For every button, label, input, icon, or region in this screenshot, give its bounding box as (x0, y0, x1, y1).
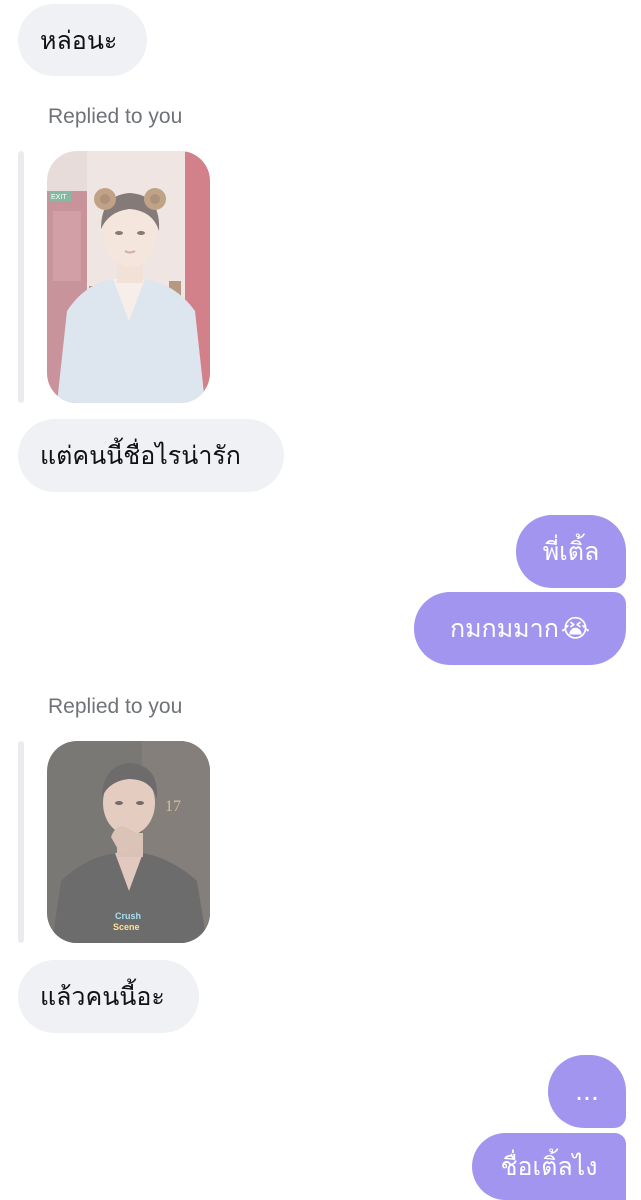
incoming-message-bubble[interactable]: แต่คนนี้ชื่อไรน่ารัก (18, 419, 284, 492)
reply-indicator-bar (18, 151, 24, 403)
replied-to-you-label: Replied to you (48, 105, 183, 128)
message-text: แล้วคนนี้อะ (40, 982, 165, 1011)
incoming-message-bubble[interactable]: หล่อนะ (18, 4, 147, 76)
outgoing-message-bubble[interactable]: ชื่อเติ้ลไง (472, 1133, 626, 1200)
message-text: พี่เติ้ล (542, 537, 600, 566)
logo-text-crush: Crush (115, 911, 141, 921)
replied-to-you-label: Replied to you (48, 695, 183, 718)
message-text: ชื่อเติ้ลไง (500, 1152, 598, 1181)
crying-face-emoji-icon: 😭 (560, 614, 591, 643)
incoming-message-bubble[interactable]: แล้วคนนี้อะ (18, 960, 199, 1033)
outgoing-message-bubble[interactable]: พี่เติ้ล (516, 515, 626, 588)
message-text: กมกมมาก (449, 614, 559, 643)
message-text: หล่อนะ (40, 25, 118, 55)
logo-text-scene: Scene (113, 922, 140, 932)
outgoing-message-bubble[interactable]: ... (548, 1055, 626, 1128)
outgoing-message-bubble[interactable]: กมกมมาก 😭 (414, 592, 626, 665)
replied-photo[interactable]: EXIT (47, 151, 210, 403)
wall-number-text: 17 (165, 798, 181, 815)
photo-person-with-bear-ears: EXIT (47, 151, 210, 403)
reply-indicator-bar (18, 741, 24, 943)
replied-photo[interactable]: 17 Crush Scene (47, 741, 210, 943)
message-text: ... (575, 1077, 599, 1106)
exit-sign-text: EXIT (51, 194, 67, 201)
photo-person-hand-on-chin: 17 Crush Scene (47, 741, 210, 943)
message-text: แต่คนนี้ชื่อไรน่ารัก (40, 441, 241, 470)
